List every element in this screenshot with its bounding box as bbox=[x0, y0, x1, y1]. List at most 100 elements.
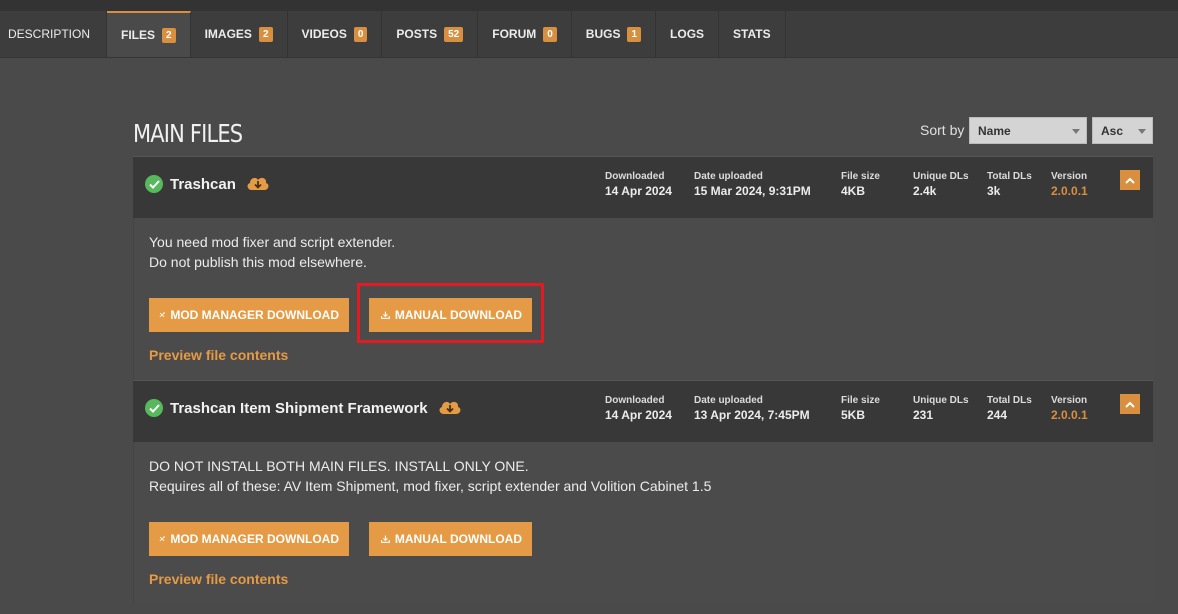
tab-files[interactable]: FILES 2 bbox=[107, 11, 191, 57]
tab-videos[interactable]: VIDEOS 0 bbox=[288, 11, 383, 57]
tab-label: VIDEOS bbox=[301, 27, 347, 41]
download-icon bbox=[381, 535, 390, 543]
stat-uploaded: Date uploaded 15 Mar 2024, 9:31PM bbox=[694, 171, 811, 198]
file-header: Trashcan Item Shipment Framework Downloa… bbox=[133, 380, 1153, 442]
count-badge: 52 bbox=[444, 26, 464, 42]
check-icon bbox=[145, 175, 163, 193]
tab-description[interactable]: DESCRIPTION bbox=[0, 11, 108, 57]
sort-field-value: Name bbox=[978, 123, 1011, 138]
file-name-text: Trashcan Item Shipment Framework bbox=[170, 399, 428, 417]
tab-label: FILES bbox=[121, 28, 156, 42]
chevron-up-icon bbox=[1125, 177, 1135, 184]
tools-icon bbox=[159, 536, 165, 542]
preview-file-contents-link[interactable]: Preview file contents bbox=[149, 571, 288, 587]
stat-label: File size bbox=[841, 171, 880, 182]
mod-manager-download-button[interactable]: MOD MANAGER DOWNLOAD bbox=[149, 298, 349, 332]
collapse-button[interactable] bbox=[1120, 394, 1140, 414]
stat-label: Date uploaded bbox=[694, 171, 763, 182]
stat-value: 14 Apr 2024 bbox=[605, 408, 672, 422]
button-label: MOD MANAGER DOWNLOAD bbox=[170, 308, 339, 322]
stat-unique: Unique DLs 231 bbox=[913, 395, 969, 422]
tab-label: LOGS bbox=[670, 27, 705, 41]
stat-label: Downloaded bbox=[605, 395, 665, 406]
tab-bar: DESCRIPTION FILES 2 IMAGES 2 VIDEOS 0 POSTS… bbox=[0, 11, 1178, 58]
tab-images[interactable]: IMAGES 2 bbox=[191, 11, 288, 57]
stat-value: 2.0.0.1 bbox=[1051, 184, 1088, 198]
tab-label: IMAGES bbox=[204, 27, 252, 41]
chevron-down-icon bbox=[1138, 129, 1146, 134]
count-badge: 0 bbox=[543, 26, 557, 42]
tab-stats[interactable]: STATS bbox=[719, 11, 786, 57]
file-name: Trashcan Item Shipment Framework bbox=[170, 399, 462, 419]
stat-downloaded: Downloaded 14 Apr 2024 bbox=[605, 171, 672, 198]
stat-value: 3k bbox=[987, 184, 1001, 198]
stat-total: Total DLs 244 bbox=[987, 395, 1032, 422]
stat-size: File size 4KB bbox=[841, 171, 880, 198]
file-description: You need mod fixer and script extender. … bbox=[149, 232, 395, 272]
stat-version: Version 2.0.0.1 bbox=[1051, 395, 1088, 422]
sort-order-select[interactable]: Asc bbox=[1092, 117, 1153, 144]
mod-manager-download-button[interactable]: MOD MANAGER DOWNLOAD bbox=[149, 522, 349, 556]
stat-version: Version 2.0.0.1 bbox=[1051, 171, 1088, 198]
stat-label: Date uploaded bbox=[694, 395, 763, 406]
chevron-up-icon bbox=[1125, 401, 1135, 408]
button-label: MANUAL DOWNLOAD bbox=[394, 532, 522, 546]
count-badge: 1 bbox=[627, 26, 642, 42]
tab-label: POSTS bbox=[396, 27, 438, 41]
stat-label: Version bbox=[1051, 171, 1088, 182]
preview-file-contents-link[interactable]: Preview file contents bbox=[149, 347, 288, 363]
top-strip bbox=[0, 0, 1178, 11]
stat-value: 231 bbox=[913, 408, 934, 422]
description-line: Requires all of these: AV Item Shipment,… bbox=[149, 478, 712, 494]
tab-bugs[interactable]: BUGS 1 bbox=[572, 11, 657, 57]
description-line: Do not publish this mod elsewhere. bbox=[149, 254, 367, 270]
tab-label: STATS bbox=[733, 27, 771, 41]
sort-order-value: Asc bbox=[1101, 123, 1124, 138]
tab-forum[interactable]: FORUM 0 bbox=[478, 11, 572, 57]
stat-label: Downloaded bbox=[605, 171, 665, 182]
count-badge: 0 bbox=[353, 26, 368, 42]
cloud-download-icon bbox=[438, 399, 462, 419]
check-icon bbox=[145, 399, 163, 417]
cloud-download-icon bbox=[246, 175, 270, 195]
tab-label: BUGS bbox=[585, 27, 621, 41]
chevron-down-icon bbox=[1072, 129, 1080, 134]
tab-label: DESCRIPTION bbox=[8, 27, 91, 41]
stat-label: Unique DLs bbox=[913, 171, 969, 182]
stat-label: Unique DLs bbox=[913, 395, 969, 406]
description-line: You need mod fixer and script extender. bbox=[149, 234, 396, 250]
file-name-text: Trashcan bbox=[170, 175, 236, 193]
collapse-button[interactable] bbox=[1120, 170, 1140, 190]
count-badge: 2 bbox=[162, 27, 176, 43]
sort-by-label: Sort by bbox=[920, 122, 965, 138]
file-body: You need mod fixer and script extender. … bbox=[133, 218, 1153, 380]
highlight-box bbox=[357, 283, 544, 343]
stat-value: 2.0.0.1 bbox=[1051, 408, 1088, 422]
tab-label: FORUM bbox=[492, 27, 537, 41]
stat-value: 13 Apr 2024, 7:45PM bbox=[694, 408, 810, 422]
stat-uploaded: Date uploaded 13 Apr 2024, 7:45PM bbox=[694, 395, 810, 422]
section-title: MAIN FILES bbox=[133, 119, 243, 148]
count-badge: 2 bbox=[258, 26, 273, 42]
stat-value: 14 Apr 2024 bbox=[605, 184, 672, 198]
stat-label: Version bbox=[1051, 395, 1088, 406]
manual-download-button[interactable]: MANUAL DOWNLOAD bbox=[369, 522, 532, 556]
description-line: DO NOT INSTALL BOTH MAIN FILES. INSTALL … bbox=[149, 458, 529, 474]
tab-posts[interactable]: POSTS 52 bbox=[382, 11, 479, 57]
tab-logs[interactable]: LOGS bbox=[656, 11, 720, 57]
stat-value: 15 Mar 2024, 9:31PM bbox=[694, 184, 811, 198]
stat-label: Total DLs bbox=[987, 395, 1032, 406]
file-body: DO NOT INSTALL BOTH MAIN FILES. INSTALL … bbox=[133, 442, 1153, 604]
stat-unique: Unique DLs 2.4k bbox=[913, 171, 969, 198]
stat-value: 5KB bbox=[841, 408, 866, 422]
stat-label: File size bbox=[841, 395, 880, 406]
stat-downloaded: Downloaded 14 Apr 2024 bbox=[605, 395, 672, 422]
sort-field-select[interactable]: Name bbox=[969, 117, 1087, 144]
stat-total: Total DLs 3k bbox=[987, 171, 1032, 198]
button-label: MOD MANAGER DOWNLOAD bbox=[170, 532, 339, 546]
file-name: Trashcan bbox=[170, 175, 270, 195]
stat-value: 244 bbox=[987, 408, 1008, 422]
stat-value: 4KB bbox=[841, 184, 866, 198]
file-description: DO NOT INSTALL BOTH MAIN FILES. INSTALL … bbox=[149, 456, 711, 496]
stat-value: 2.4k bbox=[913, 184, 937, 198]
